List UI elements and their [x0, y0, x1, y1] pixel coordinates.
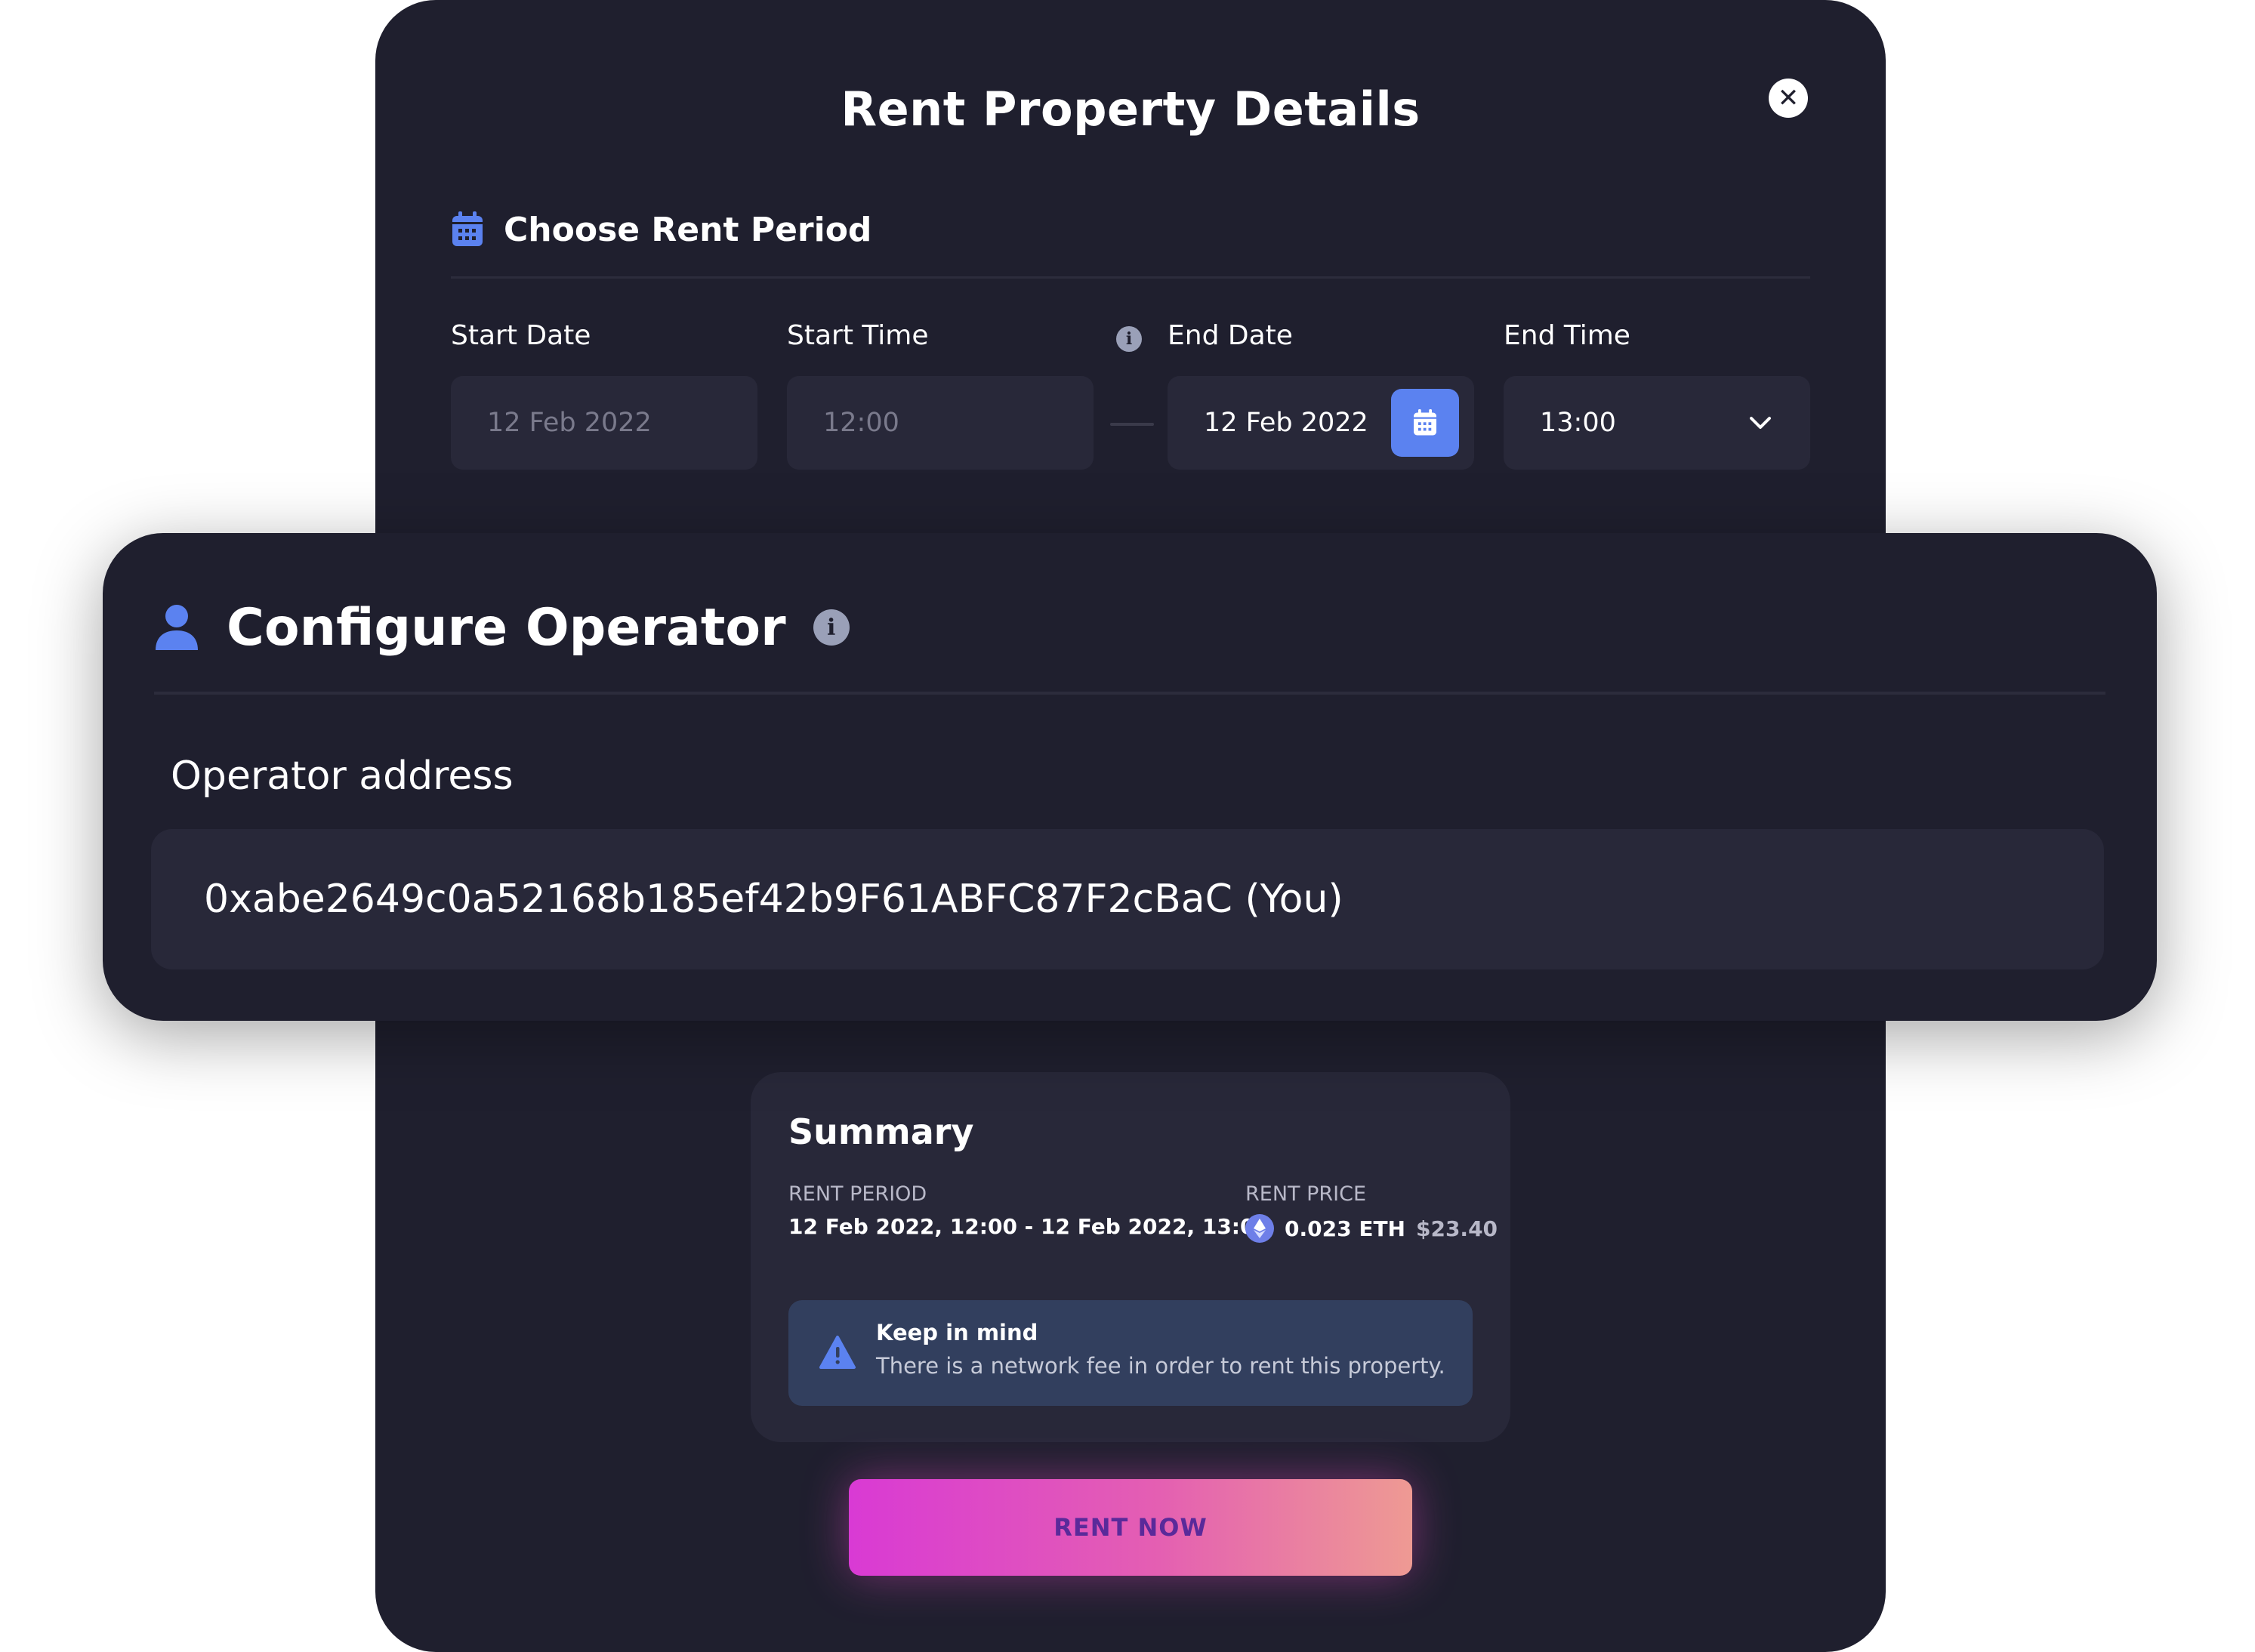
- close-icon[interactable]: ✕: [1769, 79, 1808, 118]
- rent-price-value: 0.023 ETH $23.40: [1245, 1214, 1498, 1243]
- rent-period-summary-label: RENT PERIOD: [788, 1182, 927, 1206]
- end-time-label: End Time: [1504, 320, 1630, 351]
- configure-operator-card: Configure Operator i Operator address 0x…: [103, 533, 2157, 1021]
- usd-amount: $23.40: [1415, 1216, 1498, 1241]
- eth-amount: 0.023 ETH: [1285, 1216, 1405, 1241]
- end-date-label: End Date: [1168, 320, 1293, 351]
- operator-address-label: Operator address: [171, 754, 514, 799]
- end-date-value: 12 Feb 2022: [1204, 408, 1368, 438]
- operator-address-input[interactable]: 0xabe2649c0a52168b185ef42b9F61ABFC87F2cB…: [151, 829, 2104, 969]
- rent-period-title: Choose Rent Period: [504, 210, 872, 249]
- rent-period-summary-value: 12 Feb 2022, 12:00 - 12 Feb 2022, 13:00: [788, 1214, 1269, 1239]
- ethereum-icon: [1245, 1214, 1274, 1243]
- summary-card: Summary RENT PERIOD 12 Feb 2022, 12:00 -…: [751, 1072, 1510, 1442]
- summary-title: Summary: [788, 1111, 974, 1152]
- rent-period-text: 12 Feb 2022, 12:00 - 12 Feb 2022, 13:00: [788, 1214, 1269, 1239]
- modal-title: Rent Property Details: [841, 82, 1421, 137]
- warning-icon: [819, 1336, 856, 1369]
- start-time-field: 12:00: [787, 376, 1094, 470]
- start-time-value: 12:00: [823, 408, 899, 438]
- rent-now-button[interactable]: RENT NOW: [849, 1479, 1412, 1576]
- rent-price-label: RENT PRICE: [1245, 1182, 1367, 1206]
- operator-divider: [154, 692, 2105, 695]
- rent-period-heading: Choose Rent Period: [451, 205, 871, 254]
- start-date-field: 12 Feb 2022: [451, 376, 757, 470]
- user-icon: [156, 605, 198, 650]
- end-time-value: 13:00: [1540, 408, 1616, 438]
- start-date-value: 12 Feb 2022: [487, 408, 652, 438]
- calendar-picker-button[interactable]: [1391, 389, 1459, 457]
- range-separator: [1110, 423, 1154, 426]
- end-time-select[interactable]: 13:00: [1504, 376, 1810, 470]
- network-fee-notice: Keep in mind There is a network fee in o…: [788, 1300, 1473, 1406]
- info-icon[interactable]: i: [813, 609, 850, 646]
- info-icon[interactable]: i: [1116, 326, 1142, 352]
- notice-title: Keep in mind: [876, 1320, 1038, 1345]
- start-date-label: Start Date: [451, 320, 591, 351]
- start-time-label: Start Time: [787, 320, 929, 351]
- operator-title: Configure Operator: [227, 597, 786, 658]
- notice-text: There is a network fee in order to rent …: [876, 1353, 1445, 1379]
- end-date-field[interactable]: 12 Feb 2022: [1168, 376, 1474, 470]
- section-divider: [451, 276, 1810, 279]
- chevron-down-icon: [1750, 417, 1771, 429]
- operator-heading: Configure Operator i: [154, 593, 850, 661]
- calendar-icon: [452, 211, 483, 246]
- operator-address-value: 0xabe2649c0a52168b185ef42b9F61ABFC87F2cB…: [204, 877, 1343, 922]
- calendar-icon: [1414, 409, 1436, 436]
